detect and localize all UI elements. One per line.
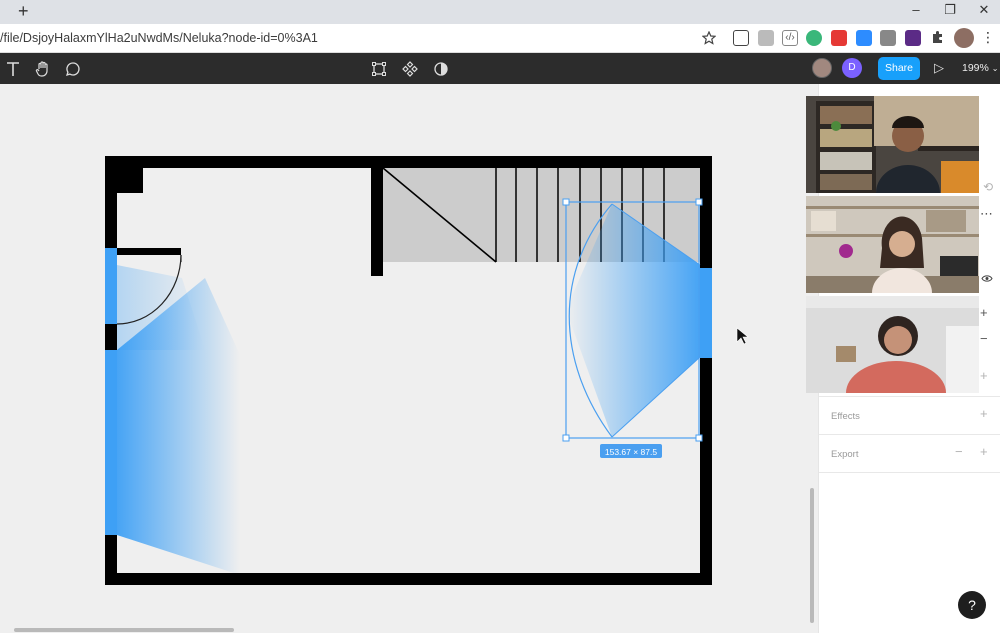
component-icon[interactable]	[401, 60, 419, 78]
left-window-lower	[105, 350, 117, 535]
effects-label: Effects	[831, 411, 860, 422]
participant-2-video	[806, 196, 979, 293]
hand-tool-icon[interactable]	[34, 60, 52, 78]
resize-icon[interactable]: ⟲	[983, 180, 993, 194]
present-play-icon[interactable]: ▷	[934, 60, 944, 76]
purple-extension-icon[interactable]	[905, 30, 921, 46]
code-extension-icon[interactable]: ‹/›	[782, 30, 798, 46]
left-window-upper	[105, 248, 117, 324]
zoom-level-text: 199%	[962, 62, 989, 74]
browser-tab-strip: + – ❐ ✕	[0, 0, 1000, 24]
participant-1-video	[806, 96, 979, 193]
puzzle-extensions-icon[interactable]	[930, 30, 945, 45]
profile-avatar[interactable]	[954, 28, 974, 48]
more-options-icon[interactable]: ⋯	[980, 206, 993, 222]
screenshot-extension-icon[interactable]	[880, 30, 896, 46]
collaborator-avatar-d[interactable]: D	[842, 58, 862, 78]
vertical-scrollbar[interactable]	[810, 488, 814, 623]
close-window-button[interactable]: ✕	[976, 2, 992, 18]
eye-icon[interactable]	[981, 274, 993, 283]
red-extension-icon[interactable]	[831, 30, 847, 46]
minimize-button[interactable]: –	[908, 2, 924, 17]
zoom-level-dropdown[interactable]: 199% ⌄	[962, 62, 998, 74]
add-effect-icon[interactable]: +	[980, 406, 988, 421]
add-fill-icon[interactable]: +	[980, 305, 988, 320]
pocket-icon[interactable]	[733, 30, 749, 46]
export-section: Export − +	[819, 434, 1000, 472]
figma-toolbar: D Share ▷ 199% ⌄	[0, 53, 1000, 84]
address-bar[interactable]: /file/DsjoyHalaxmYlHa2uNwdMs/Neluka?node…	[0, 24, 1000, 53]
add-export-icon[interactable]: +	[980, 444, 988, 459]
extension-doc-icon[interactable]	[758, 30, 774, 46]
browser-menu-icon[interactable]: ⋮	[980, 29, 996, 46]
crop-icon[interactable]	[370, 60, 388, 78]
floor-plan[interactable]	[0, 84, 818, 633]
restore-button[interactable]: ❐	[942, 2, 958, 18]
bookmark-star-icon[interactable]	[702, 31, 716, 45]
remove-export-icon[interactable]: −	[955, 444, 963, 459]
zoom-extension-icon[interactable]	[856, 30, 872, 46]
collaborator-avatar[interactable]	[812, 58, 832, 78]
export-label: Export	[831, 449, 859, 460]
green-extension-icon[interactable]	[806, 30, 822, 46]
right-window	[700, 268, 712, 358]
participant-3-video	[806, 296, 979, 393]
chevron-down-icon: ⌄	[991, 64, 999, 73]
mouse-cursor-icon	[736, 327, 749, 345]
remove-fill-icon[interactable]: −	[980, 331, 988, 346]
comment-tool-icon[interactable]	[64, 60, 82, 78]
contrast-icon[interactable]	[432, 60, 450, 78]
selection-size-label: 153.67 × 87.5	[604, 447, 658, 457]
effects-section: Effects +	[819, 396, 1000, 434]
share-button[interactable]: Share	[878, 57, 920, 80]
add-stroke-icon[interactable]: +	[980, 368, 988, 383]
new-tab-button[interactable]: +	[18, 2, 29, 20]
horizontal-scrollbar[interactable]	[14, 628, 234, 632]
url-text[interactable]: /file/DsjoyHalaxmYlHa2uNwdMs/Neluka?node…	[0, 31, 318, 45]
design-canvas[interactable]: 153.67 × 87.5	[0, 84, 818, 633]
text-tool-icon[interactable]	[4, 60, 22, 78]
help-button[interactable]: ?	[958, 591, 986, 619]
